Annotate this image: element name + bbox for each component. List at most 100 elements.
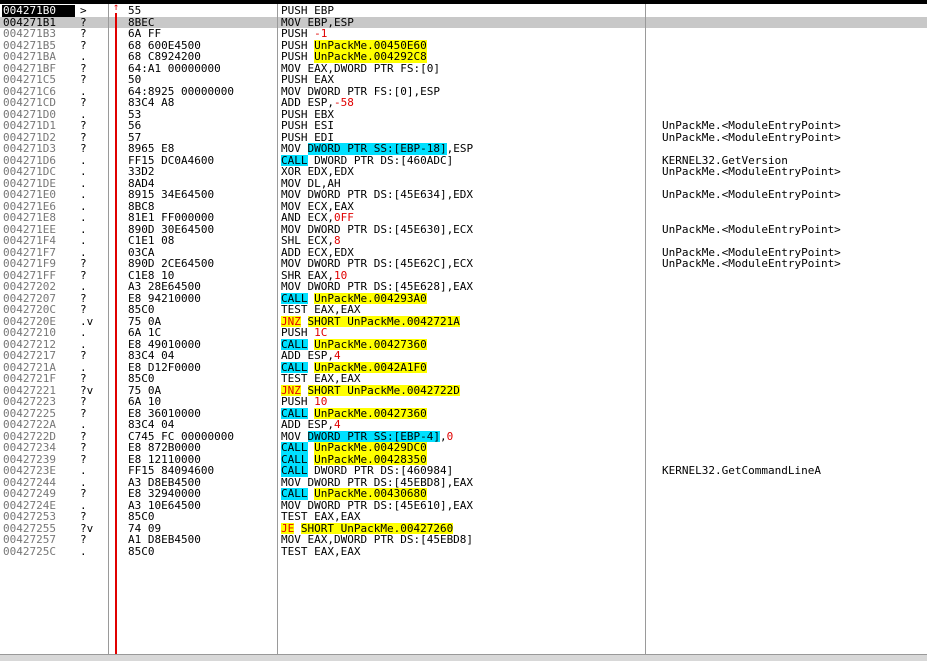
row-address: 0042723E xyxy=(3,465,56,477)
row-flag: . xyxy=(80,51,87,63)
row-disassembly: MOV DWORD PTR DS:[45E610],EAX xyxy=(281,500,644,512)
disassembly-row[interactable]: 004271D0. 53 PUSH EBX xyxy=(0,109,927,121)
row-address: 0042720E xyxy=(3,315,56,327)
row-hex-dump: E8 872B0000 xyxy=(128,442,201,454)
disassembly-row[interactable]: 004271D6. FF15 DC0A4600 CALL DWORD PTR DS:… xyxy=(0,154,927,166)
disassembly-row[interactable]: 00427234? E8 872B0000 CALL UnPackMe.00429D… xyxy=(0,442,927,454)
row-address: 004271F7 xyxy=(3,246,56,258)
disassembly-row[interactable]: 00427255 ?v 74 09 JE SHORT UnPackMe.0042726… xyxy=(0,522,927,534)
disassembly-row[interactable]: 004271FF? C1E8 10 SHR EAX,10 xyxy=(0,270,927,282)
disassembly-row[interactable]: 0042723E. FF15 84094600 CALL DWORD PTR DS:… xyxy=(0,465,927,477)
row-hex-dump: 50 xyxy=(128,74,142,86)
row-hex-dump: 83C4 A8 xyxy=(128,97,175,109)
row-address: 00427212 xyxy=(3,338,56,350)
disassembly-row[interactable]: 00427244. A3 D8EB4500 MOV DWORD PTR DS:[45… xyxy=(0,477,927,489)
disassembly-row[interactable]: 004271DE. 8AD4 MOV DL,AH xyxy=(0,178,927,190)
disassembly-row[interactable]: 004271D1? 56 PUSH ESI UnPackMe.<ModuleEntry… xyxy=(0,120,927,132)
row-comment xyxy=(662,327,924,339)
column-divider-disasm[interactable] xyxy=(645,4,646,654)
row-flag: . xyxy=(80,327,87,339)
disassembly-row[interactable]: 004271F9? 890D 2CE64500 MOV DWORD PTR DS:[… xyxy=(0,258,927,270)
row-comment xyxy=(662,40,924,52)
disassembly-row[interactable]: 0042722A. 83C4 04 ADD ESP,4 xyxy=(0,419,927,431)
disassembly-row[interactable]: 00427221 ?v 75 0A JNZ SHORT UnPackMe.004272… xyxy=(0,384,927,396)
row-hex-dump: 64:A1 00000000 xyxy=(128,62,221,74)
row-flag: ? xyxy=(80,28,87,40)
disassembly-row[interactable]: 00427239? E8 12110000 CALL UnPackMe.004283… xyxy=(0,453,927,465)
row-comment: UnPackMe.<ModuleEntryPoint> xyxy=(662,120,841,132)
disassembly-row[interactable]: 004271BA. 68 C8924200 PUSH UnPackMe.004292… xyxy=(0,51,927,63)
disassembly-row[interactable]: 00427207? E8 94210000 CALL UnPackMe.004293… xyxy=(0,292,927,304)
row-flag: . xyxy=(80,177,87,189)
row-hex-dump: 55 xyxy=(128,5,142,17)
disassembly-row[interactable]: 004271BF? 64:A1 00000000 MOV EAX,DWORD PTR… xyxy=(0,63,927,75)
row-hex-dump: 890D 2CE64500 xyxy=(128,258,215,270)
disassembly-row[interactable]: 004271C6. 64:8925 00000000 MOV DWORD PTR F… xyxy=(0,86,927,98)
disassembly-row[interactable]: 004271EE. 890D 30E64500 MOV DWORD PTR DS:[… xyxy=(0,224,927,236)
row-hex-dump: 57 xyxy=(128,131,142,143)
disassembly-row[interactable]: 00427253? 85C0 TEST EAX,EAX xyxy=(0,511,927,523)
row-address: 00427223 xyxy=(3,396,56,408)
disassembly-row[interactable]: 004271E0. 8915 34E64500 MOV DWORD PTR DS:[… xyxy=(0,189,927,201)
disassembly-row[interactable]: 00427249? E8 32940000 CALL UnPackMe.004306… xyxy=(0,488,927,500)
disassembly-row[interactable]: 004271B0 >55 PUSH EBP xyxy=(0,5,927,17)
disassembly-row[interactable]: 0042720E .v 75 0A JNZ SHORT UnPackMe.004272… xyxy=(0,315,927,327)
disassembly-row[interactable]: 004271B3? 6A FF PUSH -1 xyxy=(0,28,927,40)
disassembly-row[interactable]: 004271E8. 81E1 FF000000 AND ECX,0FF xyxy=(0,212,927,224)
row-address: 00427202 xyxy=(3,281,56,293)
disasm-token: MOV DWORD PTR DS:[45E62C],ECX xyxy=(281,258,474,270)
row-flag: ? xyxy=(80,74,87,86)
disassembly-row[interactable]: 004271D2? 57 PUSH EDI UnPackMe.<ModuleEntry… xyxy=(0,132,927,144)
disassembly-row[interactable]: 00427257? A1 D8EB4500 MOV EAX,DWORD PTR DS… xyxy=(0,534,927,546)
row-hex-dump: 85C0 xyxy=(128,373,155,385)
row-address: 004271F4 xyxy=(3,235,56,247)
row-disassembly: JNZ SHORT UnPackMe.0042722D xyxy=(281,384,644,396)
disassembly-row[interactable]: 004271CD? 83C4 A8 ADD ESP,-58 xyxy=(0,97,927,109)
disassembly-row[interactable]: 00427223? 6A 10 PUSH 10 xyxy=(0,396,927,408)
disassembly-row[interactable]: 004271B1? 8BEC MOV EBP,ESP xyxy=(0,16,927,29)
row-comment xyxy=(662,488,924,500)
disassembly-row[interactable]: 00427225? E8 36010000 CALL UnPackMe.004273… xyxy=(0,407,927,419)
disassembly-row[interactable]: 0042724E. A3 10E64500 MOV DWORD PTR DS:[45… xyxy=(0,500,927,512)
column-divider-hex[interactable] xyxy=(277,4,278,654)
row-disassembly: JNZ SHORT UnPackMe.0042721A xyxy=(281,315,644,327)
disassembly-row[interactable]: 004271C5? 50 PUSH EAX xyxy=(0,74,927,86)
row-comment: UnPackMe.<ModuleEntryPoint> xyxy=(662,131,841,143)
disasm-token: PUSH xyxy=(281,39,315,51)
row-flag: ?v xyxy=(80,384,94,396)
disassembly-row[interactable]: 004271D3? 8965 E8 MOV DWORD PTR SS:[EBP-18… xyxy=(0,143,927,155)
disassembly-row[interactable]: 00427202. A3 28E64500 MOV DWORD PTR DS:[45… xyxy=(0,281,927,293)
row-flag: . xyxy=(80,235,87,247)
row-flag: . xyxy=(80,108,87,120)
disasm-token: PUSH EBP xyxy=(281,5,334,17)
row-disassembly: MOV ECX,EAX xyxy=(281,201,644,213)
disassembly-row[interactable]: 004271B5? 68 600E4500 PUSH UnPackMe.00450E… xyxy=(0,39,927,52)
row-disassembly: MOV EAX,DWORD PTR DS:[45EBD8] xyxy=(281,534,644,546)
row-hex-dump: E8 12110000 xyxy=(128,453,201,465)
row-hex-dump: E8 32940000 xyxy=(128,488,201,500)
disassembly-pane[interactable]: 004271B0 >55 PUSH EBP 004271B1? 8BEC MOV EBP,… xyxy=(0,4,927,654)
disassembly-row[interactable]: 004271F7. 03CA ADD ECX,EDX UnPackMe.<Module… xyxy=(0,247,927,259)
disassembly-row[interactable]: 004271E6. 8BC8 MOV ECX,EAX xyxy=(0,201,927,213)
column-divider-flags[interactable] xyxy=(108,4,109,654)
disasm-token: 0 xyxy=(446,430,454,442)
row-disassembly: MOV EBP,ESP xyxy=(281,17,644,29)
disassembly-row[interactable]: 0042721A. E8 D12F0000 CALL UnPackMe.0042A1… xyxy=(0,361,927,373)
row-flag: ? xyxy=(80,453,87,465)
row-flag: . xyxy=(80,200,87,212)
row-comment xyxy=(662,5,924,17)
row-flag: . xyxy=(80,361,87,373)
disasm-token: UnPackMe.00428350 xyxy=(314,453,427,465)
disassembly-row[interactable]: 00427210. 6A 1C PUSH 1C xyxy=(0,327,927,339)
disassembly-row[interactable]: 004271DC. 33D2 XOR EDX,EDX UnPackMe.<Module… xyxy=(0,166,927,178)
disassembly-row[interactable]: 00427217? 83C4 04 ADD ESP,4 xyxy=(0,350,927,362)
disassembly-row[interactable]: 0042721F? 85C0 TEST EAX,EAX xyxy=(0,373,927,385)
row-hex-dump: A3 10E64500 xyxy=(128,499,201,511)
disassembly-row[interactable]: 0042725C. 85C0 TEST EAX,EAX xyxy=(0,546,927,558)
row-disassembly: MOV DWORD PTR FS:[0],ESP xyxy=(281,86,644,98)
disassembly-row[interactable]: 0042722D? C745 FC 00000000 MOV DWORD PTR S… xyxy=(0,430,927,442)
disassembly-row[interactable]: 004271F4. C1E1 08 SHL ECX,8 xyxy=(0,235,927,247)
row-disassembly: PUSH UnPackMe.00450E60 xyxy=(281,39,644,51)
disassembly-row[interactable]: 00427212. E8 49010000 CALL UnPackMe.004273… xyxy=(0,338,927,350)
disassembly-row[interactable]: 0042720C? 85C0 TEST EAX,EAX xyxy=(0,304,927,316)
